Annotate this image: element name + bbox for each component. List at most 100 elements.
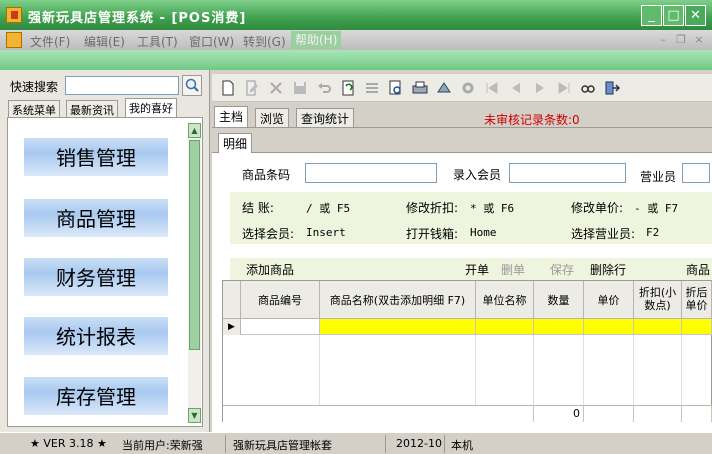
cell-unit[interactable]: [476, 319, 534, 335]
cell-name[interactable]: [320, 319, 476, 335]
prev-record-icon[interactable]: [508, 80, 524, 96]
print-icon[interactable]: [412, 80, 428, 96]
scroll-up-icon[interactable]: ▲: [188, 123, 201, 138]
nav-scrollbar[interactable]: ▲ ▼: [188, 123, 201, 423]
current-user: 当前用户:荣新强: [122, 439, 203, 452]
col-header-price[interactable]: 单价: [584, 281, 634, 319]
staff-input[interactable]: [682, 163, 710, 183]
cell-code[interactable]: [241, 319, 320, 335]
save-button[interactable]: 保存: [550, 261, 574, 278]
mdi-close-button[interactable]: ×: [692, 34, 706, 46]
detail-grid: 商品编号 商品名称(双击添加明细 F7) 单位名称 数量 单价 折扣(小数点) …: [222, 280, 712, 422]
menu-tools[interactable]: 工具(T): [137, 33, 178, 50]
hint-settle-label: 结 账:: [242, 201, 274, 215]
col-header-code[interactable]: 商品编号: [241, 281, 320, 319]
action-bar: 添加商品 开单 删单 保存 删除行 商品: [230, 258, 712, 280]
delete-row-button[interactable]: 删除行: [590, 261, 626, 278]
barcode-input[interactable]: [305, 163, 437, 183]
hint-price-label: 修改单价:: [571, 201, 624, 215]
cell-discount[interactable]: [634, 319, 682, 335]
open-order-button[interactable]: 开单: [465, 261, 489, 278]
nav-inventory-button[interactable]: 库存管理: [23, 376, 169, 416]
unreviewed-count: 未审核记录条数:0: [484, 113, 580, 127]
row-indicator-icon[interactable]: ▶: [223, 319, 241, 335]
last-record-icon[interactable]: [556, 80, 572, 96]
delete-order-button[interactable]: 删单: [501, 261, 525, 278]
find-icon[interactable]: [580, 80, 596, 96]
menu-file[interactable]: 文件(F): [30, 33, 70, 50]
hint-cashbox-label: 打开钱箱:: [406, 227, 459, 241]
nav-reports-button[interactable]: 统计报表: [23, 316, 169, 356]
menu-goto[interactable]: 转到(G): [243, 33, 286, 50]
staff-label: 营业员: [640, 170, 677, 184]
minimize-button[interactable]: _: [641, 5, 662, 26]
hint-staff-label: 选择营业员:: [571, 227, 636, 241]
mdi-minimize-button[interactable]: –: [656, 34, 670, 46]
exit-icon[interactable]: [604, 80, 620, 96]
settings-icon[interactable]: [460, 80, 476, 96]
grid-line: [583, 335, 584, 405]
add-goods-label: 添加商品: [246, 263, 295, 277]
scroll-thumb[interactable]: [189, 140, 200, 350]
menu-window[interactable]: 窗口(W): [189, 33, 234, 50]
preview-icon[interactable]: [388, 80, 404, 96]
tab-query[interactable]: 查询统计: [296, 108, 355, 127]
undo-icon[interactable]: [316, 80, 332, 96]
tab-favorites[interactable]: 我的喜好: [125, 98, 177, 117]
scroll-down-icon[interactable]: ▼: [188, 408, 201, 423]
menu-help[interactable]: 帮助(H): [291, 31, 342, 49]
tab-system-menu[interactable]: 系统菜单: [8, 100, 60, 117]
col-header-unit[interactable]: 单位名称: [476, 281, 534, 319]
mdi-restore-button[interactable]: ❐: [674, 34, 688, 46]
cell-price[interactable]: [584, 319, 634, 335]
window-title: 强新玩具店管理系统 - [POS消费]: [28, 11, 247, 26]
edit-icon[interactable]: [244, 80, 260, 96]
grid-line: [319, 335, 320, 405]
nav-finance-button[interactable]: 财务管理: [23, 257, 169, 297]
quick-search-label: 快速搜索: [10, 80, 59, 94]
menu-edit[interactable]: 编辑(E): [84, 33, 125, 50]
barcode-label: 商品条码: [242, 168, 291, 182]
goods-button[interactable]: 商品: [686, 261, 710, 278]
cell-discounted-price[interactable]: [682, 319, 712, 335]
quick-search-input[interactable]: [65, 76, 179, 95]
tab-news[interactable]: 最新资讯: [66, 100, 118, 117]
member-input[interactable]: [509, 163, 626, 183]
app-icon: [6, 7, 22, 23]
favorites-panel: 销售管理 商品管理 财务管理 统计报表 库存管理 ▲ ▼: [7, 117, 203, 427]
document-icon[interactable]: [6, 32, 22, 48]
refresh-icon[interactable]: [340, 80, 356, 96]
sum-qty: 0: [534, 405, 584, 422]
sum-cell-blank: [634, 405, 682, 422]
nav-sales-button[interactable]: 销售管理: [23, 137, 169, 177]
col-header-discount[interactable]: 折扣(小数点): [634, 281, 682, 319]
tab-main[interactable]: 主档: [214, 106, 249, 127]
col-header-discounted-price[interactable]: 折后单价: [682, 281, 712, 319]
list-icon[interactable]: [364, 80, 380, 96]
delete-icon[interactable]: [268, 80, 284, 96]
grid-corner: [223, 281, 241, 319]
next-record-icon[interactable]: [532, 80, 548, 96]
maximize-button[interactable]: □: [663, 5, 684, 26]
col-header-name[interactable]: 商品名称(双击添加明细 F7): [320, 281, 476, 319]
first-record-icon[interactable]: [484, 80, 500, 96]
sum-cell-blank: [682, 405, 712, 422]
col-header-qty[interactable]: 数量: [534, 281, 584, 319]
title-bar: 强新玩具店管理系统 - [POS消费] _ □ ✕: [0, 0, 712, 30]
hint-cashbox-key: Home: [470, 226, 497, 239]
nav-goods-button[interactable]: 商品管理: [23, 198, 169, 238]
tab-detail[interactable]: 明细: [218, 133, 253, 153]
close-button[interactable]: ✕: [685, 5, 706, 26]
quick-search-button[interactable]: [182, 75, 202, 96]
cell-qty[interactable]: [534, 319, 584, 335]
left-panel: 快速搜索 系统菜单 最新资讯 我的喜好 销售管理 商品管理 财务管理 统计报表 …: [0, 70, 210, 432]
tab-browse[interactable]: 浏览: [255, 108, 290, 127]
export-icon[interactable]: [436, 80, 452, 96]
grid-line: [633, 335, 634, 405]
hint-discount-key: * 或 F6: [470, 202, 515, 215]
status-divider: [444, 435, 445, 453]
hint-price-key: - 或 F7: [634, 202, 679, 215]
save-icon[interactable]: [292, 80, 308, 96]
new-icon[interactable]: [220, 80, 236, 96]
tab-divider: [212, 127, 712, 128]
